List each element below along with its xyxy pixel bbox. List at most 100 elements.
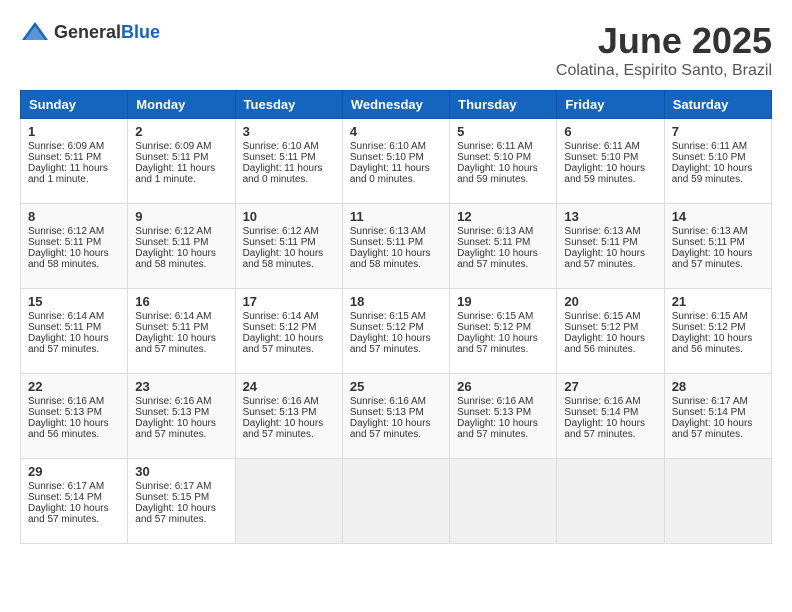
- table-row: 11 Sunrise: 6:13 AM Sunset: 5:11 PM Dayl…: [342, 204, 449, 289]
- sunset-label: Sunset: 5:10 PM: [457, 152, 531, 163]
- day-number: 19: [457, 294, 549, 309]
- daylight-label: Daylight: 10 hours and 57 minutes.: [350, 333, 431, 355]
- day-number: 23: [135, 379, 227, 394]
- day-number: 18: [350, 294, 442, 309]
- day-number: 11: [350, 209, 442, 224]
- sunset-label: Sunset: 5:11 PM: [672, 237, 745, 248]
- day-number: 13: [564, 209, 656, 224]
- sunrise-label: Sunrise: 6:13 AM: [672, 226, 748, 237]
- daylight-label: Daylight: 10 hours and 57 minutes.: [243, 333, 324, 355]
- sunrise-label: Sunrise: 6:17 AM: [135, 481, 211, 492]
- sunset-label: Sunset: 5:11 PM: [350, 237, 423, 248]
- sunrise-label: Sunrise: 6:14 AM: [243, 311, 319, 322]
- day-number: 20: [564, 294, 656, 309]
- table-row: 23 Sunrise: 6:16 AM Sunset: 5:13 PM Dayl…: [128, 374, 235, 459]
- sunrise-label: Sunrise: 6:16 AM: [28, 396, 104, 407]
- table-row: 13 Sunrise: 6:13 AM Sunset: 5:11 PM Dayl…: [557, 204, 664, 289]
- sunrise-label: Sunrise: 6:11 AM: [457, 141, 532, 152]
- sunrise-label: Sunrise: 6:09 AM: [135, 141, 211, 152]
- day-number: 26: [457, 379, 549, 394]
- calendar-table: Sunday Monday Tuesday Wednesday Thursday…: [20, 90, 772, 544]
- day-number: 4: [350, 124, 442, 139]
- table-row: 14 Sunrise: 6:13 AM Sunset: 5:11 PM Dayl…: [664, 204, 771, 289]
- calendar-week-row: 8 Sunrise: 6:12 AM Sunset: 5:11 PM Dayli…: [21, 204, 772, 289]
- table-row: 25 Sunrise: 6:16 AM Sunset: 5:13 PM Dayl…: [342, 374, 449, 459]
- page-header: GeneralBlue June 2025 Colatina, Espirito…: [20, 20, 772, 80]
- day-number: 25: [350, 379, 442, 394]
- sunset-label: Sunset: 5:12 PM: [350, 322, 424, 333]
- daylight-label: Daylight: 10 hours and 58 minutes.: [28, 248, 109, 270]
- logo-general: General: [54, 22, 121, 42]
- table-row: 20 Sunrise: 6:15 AM Sunset: 5:12 PM Dayl…: [557, 289, 664, 374]
- sunset-label: Sunset: 5:10 PM: [350, 152, 424, 163]
- sunset-label: Sunset: 5:13 PM: [28, 407, 102, 418]
- col-friday: Friday: [557, 91, 664, 119]
- daylight-label: Daylight: 10 hours and 56 minutes.: [28, 418, 109, 440]
- table-row: 28 Sunrise: 6:17 AM Sunset: 5:14 PM Dayl…: [664, 374, 771, 459]
- table-row: 3 Sunrise: 6:10 AM Sunset: 5:11 PM Dayli…: [235, 119, 342, 204]
- sunrise-label: Sunrise: 6:15 AM: [672, 311, 748, 322]
- sunrise-label: Sunrise: 6:17 AM: [672, 396, 748, 407]
- day-number: 14: [672, 209, 764, 224]
- sunset-label: Sunset: 5:13 PM: [243, 407, 317, 418]
- sunrise-label: Sunrise: 6:12 AM: [135, 226, 211, 237]
- calendar-week-row: 15 Sunrise: 6:14 AM Sunset: 5:11 PM Dayl…: [21, 289, 772, 374]
- title-section: June 2025 Colatina, Espirito Santo, Braz…: [556, 20, 772, 80]
- col-sunday: Sunday: [21, 91, 128, 119]
- sunset-label: Sunset: 5:11 PM: [28, 152, 101, 163]
- sunset-label: Sunset: 5:12 PM: [243, 322, 317, 333]
- calendar-week-row: 29 Sunrise: 6:17 AM Sunset: 5:14 PM Dayl…: [21, 459, 772, 544]
- daylight-label: Daylight: 10 hours and 56 minutes.: [564, 333, 645, 355]
- sunset-label: Sunset: 5:14 PM: [672, 407, 746, 418]
- day-number: 8: [28, 209, 120, 224]
- table-row: 10 Sunrise: 6:12 AM Sunset: 5:11 PM Dayl…: [235, 204, 342, 289]
- calendar-header-row: Sunday Monday Tuesday Wednesday Thursday…: [21, 91, 772, 119]
- daylight-label: Daylight: 10 hours and 59 minutes.: [457, 163, 538, 185]
- day-number: 16: [135, 294, 227, 309]
- sunset-label: Sunset: 5:13 PM: [457, 407, 531, 418]
- daylight-label: Daylight: 10 hours and 57 minutes.: [672, 248, 753, 270]
- day-number: 9: [135, 209, 227, 224]
- daylight-label: Daylight: 10 hours and 57 minutes.: [135, 333, 216, 355]
- table-row: 16 Sunrise: 6:14 AM Sunset: 5:11 PM Dayl…: [128, 289, 235, 374]
- sunset-label: Sunset: 5:11 PM: [457, 237, 530, 248]
- daylight-label: Daylight: 11 hours and 0 minutes.: [350, 163, 430, 185]
- day-number: 3: [243, 124, 335, 139]
- table-row: 26 Sunrise: 6:16 AM Sunset: 5:13 PM Dayl…: [450, 374, 557, 459]
- daylight-label: Daylight: 10 hours and 59 minutes.: [672, 163, 753, 185]
- table-row: 17 Sunrise: 6:14 AM Sunset: 5:12 PM Dayl…: [235, 289, 342, 374]
- table-row: 7 Sunrise: 6:11 AM Sunset: 5:10 PM Dayli…: [664, 119, 771, 204]
- day-number: 15: [28, 294, 120, 309]
- table-row: [450, 459, 557, 544]
- daylight-label: Daylight: 10 hours and 57 minutes.: [564, 418, 645, 440]
- day-number: 10: [243, 209, 335, 224]
- sunset-label: Sunset: 5:10 PM: [672, 152, 746, 163]
- sunset-label: Sunset: 5:13 PM: [135, 407, 209, 418]
- daylight-label: Daylight: 10 hours and 57 minutes.: [350, 418, 431, 440]
- table-row: 18 Sunrise: 6:15 AM Sunset: 5:12 PM Dayl…: [342, 289, 449, 374]
- sunrise-label: Sunrise: 6:14 AM: [28, 311, 104, 322]
- daylight-label: Daylight: 11 hours and 0 minutes.: [243, 163, 323, 185]
- daylight-label: Daylight: 10 hours and 57 minutes.: [135, 418, 216, 440]
- sunrise-label: Sunrise: 6:14 AM: [135, 311, 211, 322]
- table-row: 4 Sunrise: 6:10 AM Sunset: 5:10 PM Dayli…: [342, 119, 449, 204]
- sunrise-label: Sunrise: 6:16 AM: [564, 396, 640, 407]
- day-number: 12: [457, 209, 549, 224]
- sunrise-label: Sunrise: 6:16 AM: [243, 396, 319, 407]
- table-row: [342, 459, 449, 544]
- sunset-label: Sunset: 5:11 PM: [564, 237, 637, 248]
- sunrise-label: Sunrise: 6:12 AM: [28, 226, 104, 237]
- col-saturday: Saturday: [664, 91, 771, 119]
- daylight-label: Daylight: 10 hours and 58 minutes.: [135, 248, 216, 270]
- table-row: [557, 459, 664, 544]
- daylight-label: Daylight: 11 hours and 1 minute.: [135, 163, 215, 185]
- sunset-label: Sunset: 5:12 PM: [672, 322, 746, 333]
- daylight-label: Daylight: 10 hours and 57 minutes.: [457, 333, 538, 355]
- sunset-label: Sunset: 5:11 PM: [243, 152, 316, 163]
- day-number: 5: [457, 124, 549, 139]
- table-row: 24 Sunrise: 6:16 AM Sunset: 5:13 PM Dayl…: [235, 374, 342, 459]
- day-number: 7: [672, 124, 764, 139]
- calendar-week-row: 1 Sunrise: 6:09 AM Sunset: 5:11 PM Dayli…: [21, 119, 772, 204]
- table-row: [235, 459, 342, 544]
- daylight-label: Daylight: 10 hours and 57 minutes.: [564, 248, 645, 270]
